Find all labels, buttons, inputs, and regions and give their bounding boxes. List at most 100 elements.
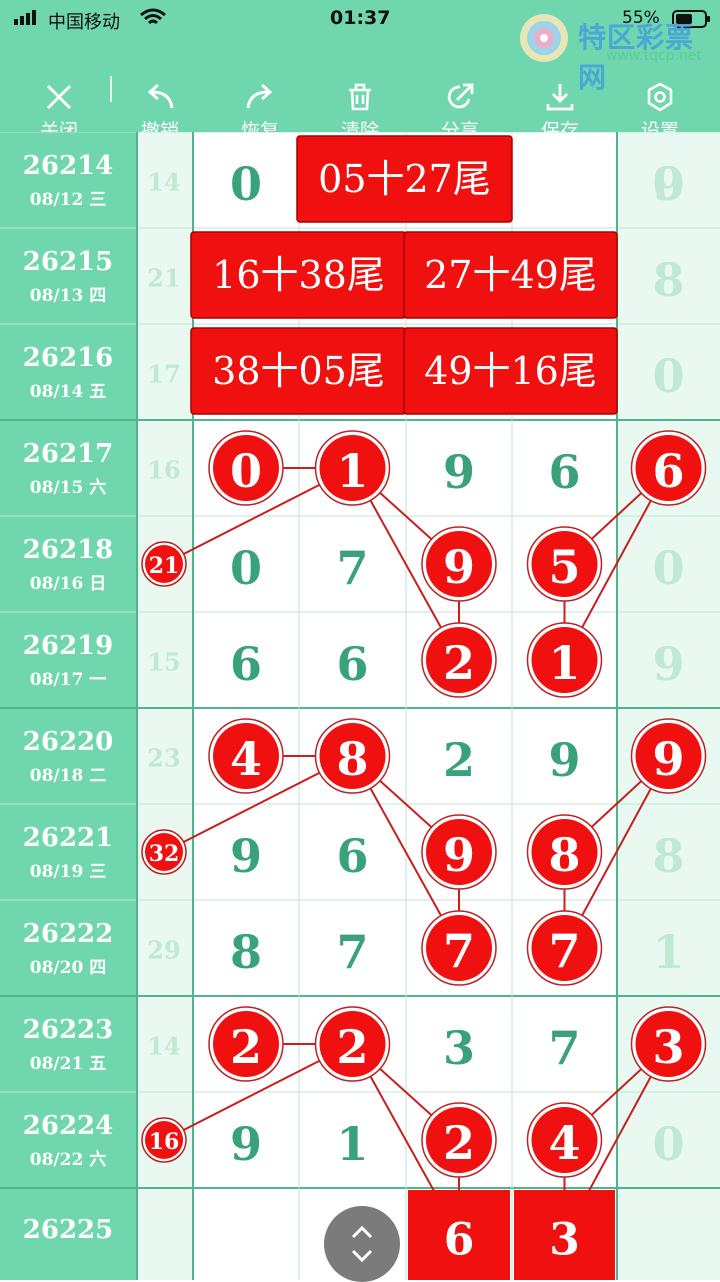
marker-digit: 1	[336, 444, 368, 498]
marker-digit: 2	[230, 1020, 262, 1074]
period-number: 26215	[23, 247, 113, 277]
sum-value: 14	[147, 168, 180, 197]
tail-banner-text: 05十27尾	[318, 157, 491, 201]
marker-digit: 2	[443, 1116, 475, 1170]
digit-cell: 2	[443, 733, 475, 787]
digit-cell: 9	[548, 733, 580, 787]
redo-icon	[246, 83, 273, 109]
signal-icon	[20, 16, 24, 25]
carrier-name: 中国移动	[48, 12, 120, 33]
marker-digit: 7	[443, 924, 475, 978]
period-number: 26216	[23, 343, 113, 373]
period-date: 08/12 三	[30, 190, 106, 210]
digit-cell: 7	[548, 1021, 580, 1075]
digit-cell: 0	[652, 1117, 684, 1171]
period-number: 26222	[23, 919, 113, 949]
trend-chart: 2621408/12 三14 0 902621508/13 四21 82621608/…	[0, 132, 720, 1280]
sum-value: 29	[147, 936, 180, 965]
toolbar-divider	[110, 76, 112, 102]
period-date: 08/19 三	[30, 862, 106, 882]
digit-cell: 8	[652, 829, 684, 883]
period-date: 08/18 二	[30, 766, 106, 786]
download-icon	[546, 84, 574, 111]
period-number: 26225	[23, 1215, 113, 1245]
tail-banner-text: 27十49尾	[424, 253, 597, 297]
digit-cell: 3	[443, 1021, 475, 1075]
tail-banner-text: 38十05尾	[212, 349, 385, 393]
marker-digit: 0	[230, 444, 262, 498]
digit-cell: 9	[230, 829, 262, 883]
digit-cell: 0	[230, 157, 262, 211]
sum-value: 21	[147, 264, 180, 293]
wifi-icon	[140, 8, 166, 25]
marker-digit: 9	[443, 540, 475, 594]
sum-value: 14	[147, 1032, 180, 1061]
period-number: 26218	[23, 535, 113, 565]
digit-cell: 1	[652, 925, 684, 979]
period-number: 26217	[23, 439, 113, 469]
signal-icon	[26, 13, 30, 25]
marker-digit: 8	[336, 732, 368, 786]
scroll-toggle-button[interactable]	[324, 1206, 400, 1282]
sum-value: 15	[147, 648, 180, 677]
period-date: 08/20 四	[30, 958, 106, 978]
digit-cell: 0	[652, 541, 684, 595]
marker-digit: 4	[548, 1116, 580, 1170]
marker-digit: 1	[548, 636, 580, 690]
period-number: 26224	[23, 1111, 113, 1141]
period-number: 26219	[23, 631, 113, 661]
digit-cell: 7	[336, 541, 368, 595]
marker-digit: 4	[230, 732, 262, 786]
period-number: 26214	[23, 151, 113, 181]
logo-url: www.tqcp.net	[606, 48, 702, 64]
period-number: 26220	[23, 727, 113, 757]
digit-cell: 9	[230, 1117, 262, 1171]
marker-digit: 9	[443, 828, 475, 882]
sum-circle-text: 32	[149, 841, 180, 867]
sum-value: 16	[147, 456, 180, 485]
period-number: 26221	[23, 823, 113, 853]
digit-cell: 0	[230, 541, 262, 595]
marker-digit: 7	[548, 924, 580, 978]
digit-cell: 7	[336, 925, 368, 979]
digit-cell: 6	[548, 445, 580, 499]
digit-cell: 0	[652, 157, 684, 211]
period-number: 26223	[23, 1015, 113, 1045]
marker-digit: 5	[548, 540, 580, 594]
period-date: 08/21 五	[30, 1054, 106, 1074]
site-watermark: 特区彩票网 www.tqcp.net	[516, 10, 716, 94]
period-date: 08/16 日	[30, 574, 106, 594]
digit-cell: 9	[652, 637, 684, 691]
trash-icon	[349, 83, 371, 111]
digit-cell: 8	[652, 253, 684, 307]
expand-collapse-icon	[351, 1225, 373, 1263]
period-date: 08/22 六	[30, 1149, 106, 1170]
clock: 01:37	[330, 7, 391, 29]
period-date: 08/17 一	[30, 670, 106, 690]
digit-cell: 6	[336, 829, 368, 883]
share-icon	[447, 83, 474, 109]
period-date: 08/14 五	[30, 382, 106, 402]
marker-digit: 3	[652, 1020, 684, 1074]
marker-digit: 6	[652, 444, 684, 498]
digit-cell: 8	[230, 925, 262, 979]
marker-digit: 8	[548, 828, 580, 882]
highlight-digit: 3	[549, 1215, 580, 1266]
tail-banner-text: 16十38尾	[212, 253, 385, 297]
sum-column-bg	[137, 132, 193, 1280]
period-date: 08/15 六	[30, 477, 106, 498]
period-date: 08/13 四	[30, 286, 106, 306]
sum-value: 17	[147, 360, 180, 389]
sum-circle-text: 21	[149, 553, 180, 579]
digit-cell: 9	[443, 445, 475, 499]
digit-cell: 6	[230, 637, 262, 691]
close-icon	[46, 84, 72, 110]
sum-value: 23	[147, 744, 180, 773]
undo-icon	[147, 83, 174, 109]
marker-digit: 2	[443, 636, 475, 690]
signal-icon	[32, 10, 36, 25]
digit-cell: 0	[652, 349, 684, 403]
digit-cell: 6	[336, 637, 368, 691]
digit-cell: 1	[336, 1117, 368, 1171]
sum-circle-text: 16	[149, 1129, 180, 1155]
